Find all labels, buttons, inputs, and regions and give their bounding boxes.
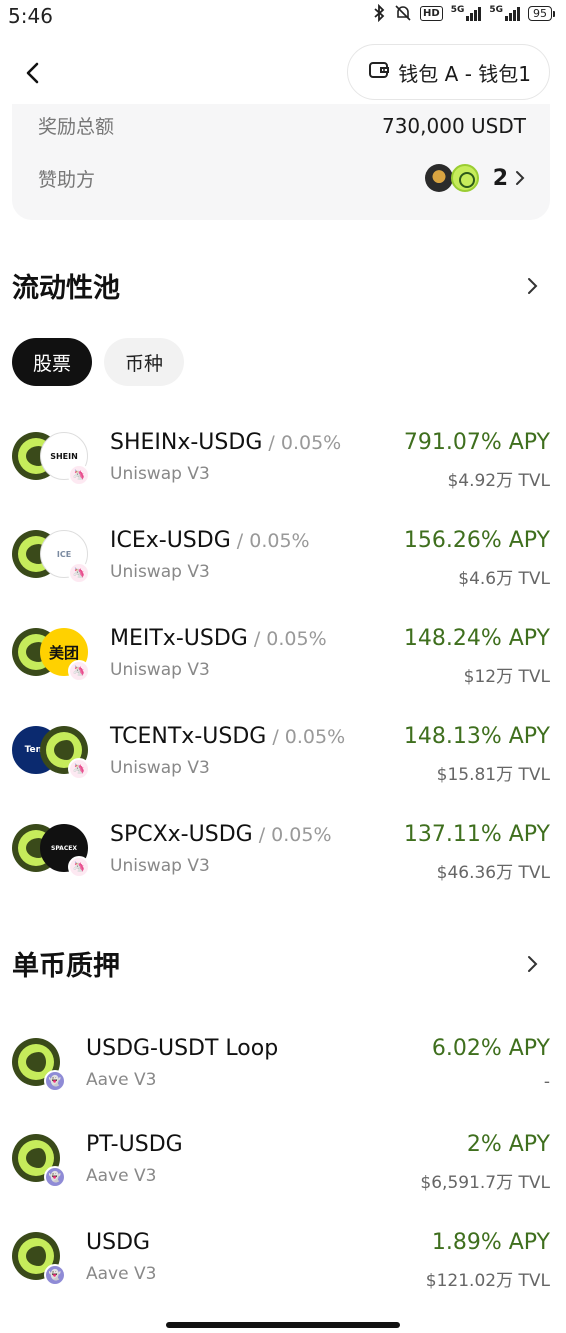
uniswap-badge-icon: 🦄: [68, 562, 90, 584]
staking-apy: 2% APY: [466, 1132, 550, 1157]
pool-protocol: Uniswap V3: [110, 464, 210, 484]
back-button[interactable]: [16, 56, 50, 90]
reward-card: 奖励总额 730,000 USDT 赞助方 2: [12, 104, 550, 220]
aave-badge-icon: 👻: [44, 1264, 66, 1286]
status-icons: HD 5G 5G 95: [372, 4, 555, 22]
staking-name: PT-USDG: [86, 1132, 183, 1157]
staking-row[interactable]: 👻 PT-USDG Aave V3 2% APY $6,591.7万 TVL: [0, 1122, 566, 1202]
pool-protocol: Uniswap V3: [110, 660, 210, 680]
pool-icons: 美团 🦄: [12, 628, 92, 684]
pool-apy: 156.26% APY: [403, 528, 550, 553]
staking-protocol: Aave V3: [86, 1070, 157, 1090]
battery-icon: 95: [528, 5, 555, 21]
pool-fee: / 0.05%: [252, 824, 332, 846]
pools-section-title: 流动性池: [12, 273, 120, 304]
pool-protocol: Uniswap V3: [110, 856, 210, 876]
chevron-left-icon: [26, 62, 39, 84]
staking-icons: 👻: [12, 1038, 92, 1094]
pool-fee: / 0.05%: [247, 628, 327, 650]
pool-row[interactable]: Tenc 🦄 TCENTx-USDG / 0.05% Uniswap V3 14…: [0, 714, 566, 794]
wallet-label: 钱包 A - 钱包1: [398, 61, 531, 86]
reward-total-row: 奖励总额 730,000 USDT: [38, 112, 526, 139]
uniswap-badge-icon: 🦄: [68, 660, 90, 682]
pool-tvl: $46.36万 TVL: [436, 863, 550, 883]
mute-bell-icon: [394, 4, 412, 22]
uniswap-badge-icon: 🦄: [68, 856, 90, 878]
signal-icon-1: 5G: [451, 5, 482, 21]
staking-icons: 👻: [12, 1134, 92, 1190]
staking-tvl: $6,591.7万 TVL: [420, 1173, 550, 1193]
signal-icon-2: 5G: [489, 5, 520, 21]
status-time: 5:46: [8, 4, 53, 28]
aave-badge-icon: 👻: [44, 1166, 66, 1188]
pool-protocol: Uniswap V3: [110, 562, 210, 582]
chevron-right-icon: [516, 171, 525, 185]
home-indicator[interactable]: [166, 1322, 400, 1328]
staking-icons: 👻: [12, 1232, 92, 1288]
hd-icon: HD: [420, 5, 443, 21]
pools-more-button[interactable]: [522, 276, 542, 296]
aave-badge-icon: 👻: [44, 1070, 66, 1092]
staking-name: USDG-USDT Loop: [86, 1036, 279, 1061]
wallet-icon: [368, 60, 390, 84]
staking-apy: 1.89% APY: [431, 1230, 550, 1255]
pool-tvl: $15.81万 TVL: [436, 765, 550, 785]
staking-tvl: $121.02万 TVL: [425, 1271, 550, 1291]
pool-icons: ICE 🦄: [12, 530, 92, 586]
uniswap-badge-icon: 🦄: [68, 758, 90, 780]
status-bar: 5:46 HD 5G 5G 95: [0, 0, 566, 34]
staking-protocol: Aave V3: [86, 1166, 157, 1186]
pool-icons: Tenc 🦄: [12, 726, 92, 782]
pool-icons: SPACEX 🦄: [12, 824, 92, 880]
sponsor-row[interactable]: 赞助方 2: [38, 164, 526, 192]
pool-tvl: $12万 TVL: [463, 667, 550, 687]
pool-row[interactable]: ICE 🦄 ICEx-USDG / 0.05% Uniswap V3 156.2…: [0, 518, 566, 598]
pool-apy: 148.13% APY: [403, 724, 550, 749]
uniswap-badge-icon: 🦄: [68, 464, 90, 486]
sponsor-count: 2: [492, 165, 508, 191]
pool-name: SPCXx-USDG / 0.05%: [110, 822, 332, 847]
sponsor-list: 2: [424, 164, 526, 192]
staking-name: USDG: [86, 1230, 151, 1255]
reward-total-value: 730,000 USDT: [381, 113, 526, 138]
wallet-selector[interactable]: 钱包 A - 钱包1: [347, 44, 550, 100]
sponsor-avatar: [424, 164, 453, 192]
staking-protocol: Aave V3: [86, 1264, 157, 1284]
chevron-right-icon: [528, 956, 538, 972]
pool-tvl: $4.6万 TVL: [458, 569, 550, 589]
pool-name: TCENTx-USDG / 0.05%: [110, 724, 346, 749]
staking-row[interactable]: 👻 USDG Aave V3 1.89% APY $121.02万 TVL: [0, 1220, 566, 1300]
pool-row[interactable]: SPACEX 🦄 SPCXx-USDG / 0.05% Uniswap V3 1…: [0, 812, 566, 892]
pool-apy: 791.07% APY: [403, 430, 550, 455]
staking-more-button[interactable]: [522, 954, 542, 974]
reward-total-label: 奖励总额: [38, 116, 115, 138]
pool-fee: / 0.05%: [262, 432, 342, 454]
pool-icons: SHEIN 🦄: [12, 432, 92, 488]
pool-protocol: Uniswap V3: [110, 758, 210, 778]
pool-row[interactable]: SHEIN 🦄 SHEINx-USDG / 0.05% Uniswap V3 7…: [0, 420, 566, 500]
pool-name: SHEINx-USDG / 0.05%: [110, 430, 342, 455]
sponsor-label: 赞助方: [38, 168, 96, 191]
pool-name: MEITx-USDG / 0.05%: [110, 626, 327, 651]
staking-section-title: 单币质押: [12, 951, 120, 982]
staking-tvl: -: [543, 1072, 550, 1092]
pool-row[interactable]: 美团 🦄 MEITx-USDG / 0.05% Uniswap V3 148.2…: [0, 616, 566, 696]
bluetooth-icon: [372, 4, 386, 22]
pool-apy: 148.24% APY: [403, 626, 550, 651]
staking-row[interactable]: 👻 USDG-USDT Loop Aave V3 6.02% APY -: [0, 1026, 566, 1106]
sponsor-avatar: [450, 164, 479, 192]
pool-apy: 137.11% APY: [403, 822, 550, 847]
chevron-right-icon: [528, 278, 538, 294]
pool-name: ICEx-USDG / 0.05%: [110, 528, 310, 553]
pool-tvl: $4.92万 TVL: [447, 471, 550, 491]
staking-apy: 6.02% APY: [431, 1036, 550, 1061]
pool-fee: / 0.05%: [230, 530, 310, 552]
tab-stocks[interactable]: 股票: [12, 338, 92, 386]
pool-fee: / 0.05%: [266, 726, 346, 748]
tab-tokens[interactable]: 币种: [104, 338, 184, 386]
